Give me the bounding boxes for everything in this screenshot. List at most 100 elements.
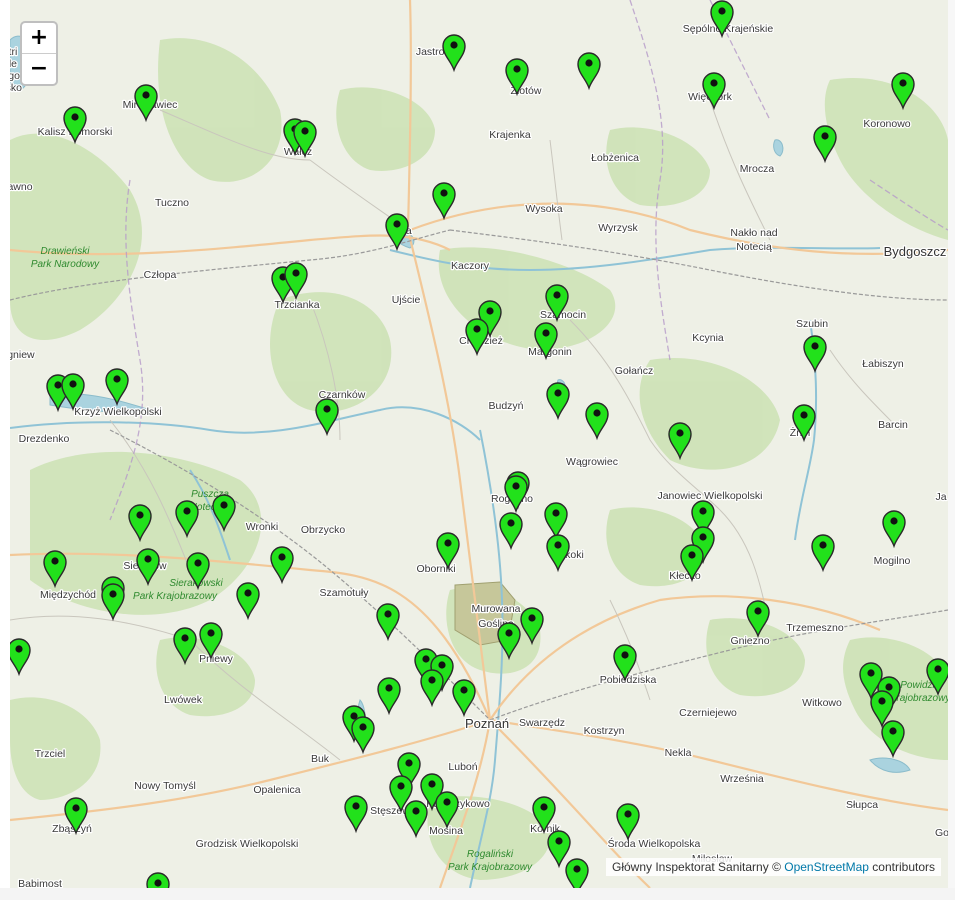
map-marker-pin[interactable] bbox=[546, 382, 570, 421]
marker-dot bbox=[384, 610, 392, 618]
openstreetmap-link[interactable]: OpenStreetMap bbox=[784, 860, 869, 874]
marker-pin-shape bbox=[544, 502, 568, 541]
marker-pin-shape bbox=[546, 534, 570, 573]
map-marker-pin[interactable] bbox=[811, 534, 835, 573]
marker-dot bbox=[800, 411, 808, 419]
marker-dot bbox=[505, 629, 513, 637]
marker-dot bbox=[422, 655, 430, 663]
marker-pin-shape bbox=[432, 182, 456, 221]
map-marker-pin[interactable] bbox=[882, 510, 906, 549]
marker-pin-shape bbox=[565, 858, 589, 888]
marker-pin-shape bbox=[803, 335, 827, 374]
map-marker-pin[interactable] bbox=[577, 52, 601, 91]
marker-dot bbox=[109, 590, 117, 598]
map-marker-pin[interactable] bbox=[420, 669, 444, 708]
marker-dot bbox=[507, 519, 515, 527]
marker-dot bbox=[621, 651, 629, 659]
map-marker-pin[interactable] bbox=[616, 803, 640, 842]
place-label: Człopa bbox=[144, 269, 177, 281]
place-label: Stęszew bbox=[370, 805, 410, 817]
map-marker-pin[interactable] bbox=[504, 475, 528, 514]
marker-dot bbox=[144, 555, 152, 563]
map-marker-pin[interactable] bbox=[432, 182, 456, 221]
place-label: Mosina bbox=[429, 825, 463, 837]
place-label: egniew bbox=[10, 349, 35, 361]
marker-dot bbox=[624, 810, 632, 818]
map-marker-pin[interactable] bbox=[404, 800, 428, 839]
map-marker-pin[interactable] bbox=[146, 872, 170, 888]
place-label: Trzcianka bbox=[274, 299, 319, 311]
marker-dot bbox=[323, 405, 331, 413]
map-marker-pin[interactable] bbox=[465, 318, 489, 357]
markers-layer[interactable] bbox=[10, 0, 948, 888]
marker-dot bbox=[718, 7, 726, 15]
map-marker-pin[interactable] bbox=[344, 795, 368, 834]
marker-pin-shape bbox=[465, 318, 489, 357]
marker-dot bbox=[301, 127, 309, 135]
marker-dot bbox=[573, 865, 581, 873]
place-label: Barcin bbox=[878, 419, 908, 431]
map-marker-pin[interactable] bbox=[499, 512, 523, 551]
marker-dot bbox=[207, 629, 215, 637]
map-marker-pin[interactable] bbox=[377, 677, 401, 716]
map-viewport[interactable]: Sępólno KrajeńskieJastrowieZłotówWięcbor… bbox=[10, 0, 948, 888]
marker-dot bbox=[136, 511, 144, 519]
place-label: Nowy Tomyśl bbox=[134, 780, 196, 792]
marker-dot bbox=[450, 41, 458, 49]
map-marker-pin[interactable] bbox=[813, 125, 837, 164]
marker-pin-shape bbox=[10, 638, 31, 677]
marker-dot bbox=[393, 220, 401, 228]
map-marker-pin[interactable] bbox=[565, 858, 589, 888]
map-marker-pin[interactable] bbox=[547, 830, 571, 869]
attribution-suffix: contributors bbox=[868, 860, 935, 874]
place-label: Szamotuły bbox=[319, 587, 369, 599]
map-marker-pin[interactable] bbox=[585, 402, 609, 441]
map-marker-pin[interactable] bbox=[101, 583, 125, 622]
marker-pin-shape bbox=[881, 720, 905, 759]
place-label: Mogilno bbox=[874, 555, 911, 567]
marker-dot bbox=[821, 132, 829, 140]
map-marker-pin[interactable] bbox=[544, 502, 568, 541]
map-marker-pin[interactable] bbox=[315, 398, 339, 437]
place-label: Obrzycko bbox=[301, 524, 346, 536]
map-marker-pin[interactable] bbox=[546, 534, 570, 573]
roads bbox=[10, 0, 948, 888]
marker-dot bbox=[405, 759, 413, 767]
marker-dot bbox=[385, 684, 393, 692]
place-label: Grodzisk Wielkopolski bbox=[196, 838, 299, 850]
place-label: Łabiszyn bbox=[862, 358, 904, 370]
map-marker-pin[interactable] bbox=[351, 716, 375, 755]
place-label: Trzemeszno bbox=[786, 622, 844, 634]
place-label: Go bbox=[935, 827, 948, 839]
map-marker-pin[interactable] bbox=[803, 335, 827, 374]
marker-dot bbox=[699, 533, 707, 541]
marker-dot bbox=[688, 551, 696, 559]
place-label: Park Narodowy bbox=[31, 259, 100, 270]
map-marker-pin[interactable] bbox=[452, 679, 476, 718]
place-label: Międzychód bbox=[40, 589, 96, 601]
marker-pin-shape bbox=[442, 34, 466, 73]
marker-dot bbox=[154, 879, 162, 887]
zoom-out-button[interactable]: − bbox=[22, 54, 56, 84]
marker-pin-shape bbox=[504, 475, 528, 514]
marker-pin-shape bbox=[236, 582, 260, 621]
marker-dot bbox=[486, 307, 494, 315]
place-label: Babimost bbox=[18, 878, 62, 888]
map-marker-pin[interactable] bbox=[236, 582, 260, 621]
map-marker-pin[interactable] bbox=[376, 603, 400, 642]
marker-dot bbox=[555, 837, 563, 845]
map-marker-pin[interactable] bbox=[442, 34, 466, 73]
map-marker-pin[interactable] bbox=[10, 638, 31, 677]
marker-dot bbox=[867, 669, 875, 677]
marker-pin-shape bbox=[404, 800, 428, 839]
map-marker-pin[interactable] bbox=[881, 720, 905, 759]
marker-dot bbox=[397, 782, 405, 790]
place-label: Kaczory bbox=[451, 260, 490, 272]
place-label: Kcynia bbox=[692, 332, 724, 344]
map-marker-pin[interactable] bbox=[134, 84, 158, 123]
marker-dot bbox=[440, 189, 448, 197]
marker-dot bbox=[142, 91, 150, 99]
place-label: Ujście bbox=[392, 294, 421, 306]
map-marker-pin[interactable] bbox=[270, 546, 294, 585]
zoom-in-button[interactable]: + bbox=[22, 23, 56, 54]
